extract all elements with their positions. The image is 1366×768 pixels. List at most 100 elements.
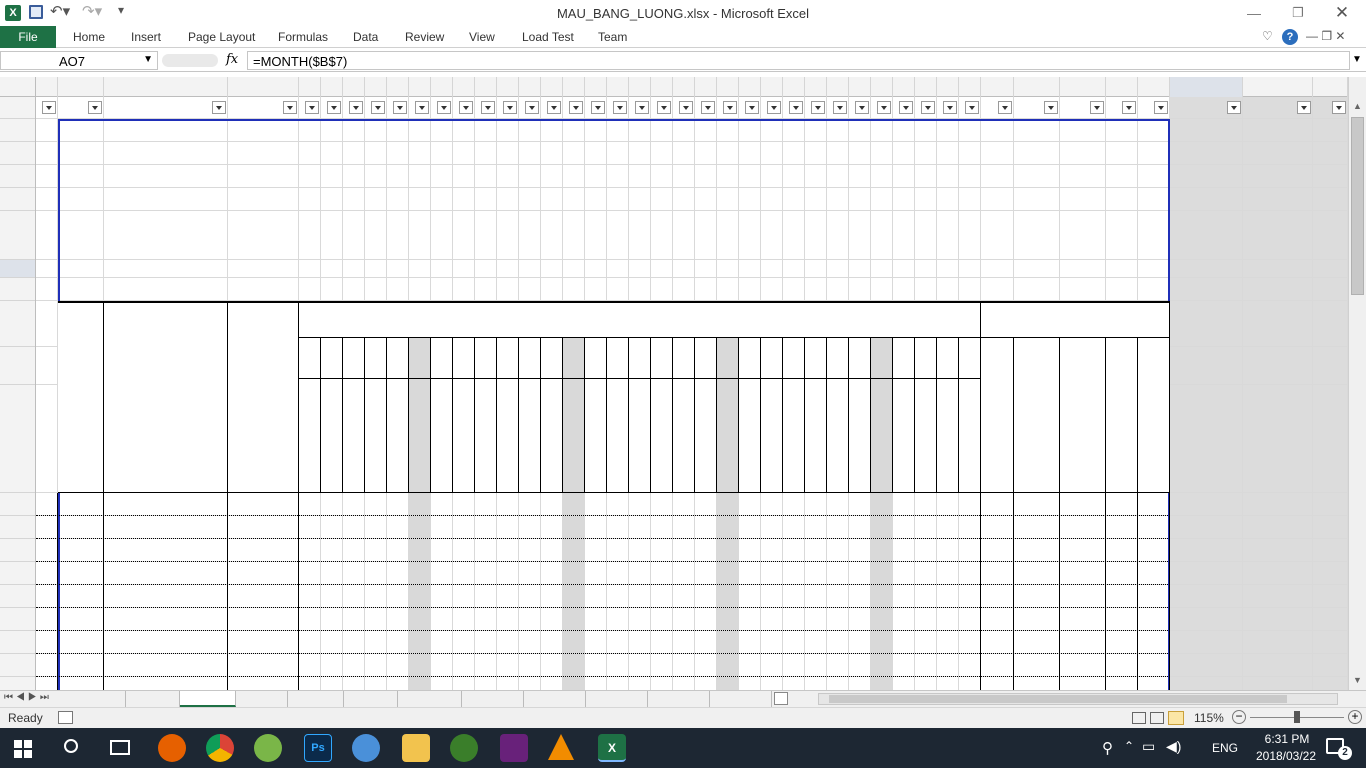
row-header[interactable] xyxy=(0,562,35,585)
filter-dropdown-button[interactable] xyxy=(833,101,847,114)
column-header[interactable] xyxy=(937,77,959,97)
row-header[interactable] xyxy=(0,347,35,385)
filter-dropdown-button[interactable] xyxy=(349,101,363,114)
filter-dropdown-button[interactable] xyxy=(393,101,407,114)
help-icon[interactable]: ? xyxy=(1282,29,1298,45)
sheet-tab[interactable] xyxy=(126,691,180,707)
filter-dropdown-button[interactable] xyxy=(415,101,429,114)
chrome-icon[interactable] xyxy=(206,734,234,762)
people-icon[interactable]: ⚲ xyxy=(1102,739,1113,757)
column-header[interactable] xyxy=(739,77,761,97)
column-header[interactable] xyxy=(849,77,871,97)
task-view-icon[interactable] xyxy=(110,740,130,755)
name-box-dropdown-icon[interactable]: ▼ xyxy=(143,54,153,65)
minimize-button[interactable]: — xyxy=(1240,0,1268,26)
firefox-icon[interactable] xyxy=(158,734,186,762)
filter-dropdown-button[interactable] xyxy=(591,101,605,114)
column-header[interactable] xyxy=(1060,77,1106,97)
column-header[interactable] xyxy=(475,77,497,97)
tab-view[interactable]: View xyxy=(469,30,495,44)
column-header[interactable] xyxy=(343,77,365,97)
filter-dropdown-button[interactable] xyxy=(1332,101,1346,114)
tab-home[interactable]: Home xyxy=(73,30,105,44)
excel-taskbar-icon[interactable]: X xyxy=(598,734,626,762)
row-header[interactable] xyxy=(0,493,35,516)
clock-time[interactable]: 6:31 PM xyxy=(1258,732,1316,746)
column-header[interactable] xyxy=(1313,77,1348,97)
column-header[interactable] xyxy=(1138,77,1170,97)
column-header[interactable] xyxy=(761,77,783,97)
sheet-tab[interactable] xyxy=(344,691,398,707)
filter-dropdown-button[interactable] xyxy=(723,101,737,114)
filter-dropdown-button[interactable] xyxy=(1227,101,1241,114)
photoshop-icon[interactable]: Ps xyxy=(304,734,332,762)
formula-input[interactable]: =MONTH($B$7) xyxy=(247,51,1350,70)
normal-view-icon[interactable] xyxy=(1132,712,1146,724)
table-row[interactable] xyxy=(36,654,1170,677)
filter-dropdown-button[interactable] xyxy=(811,101,825,114)
column-header[interactable] xyxy=(717,77,739,97)
row-header[interactable] xyxy=(0,142,35,165)
table-row[interactable] xyxy=(36,562,1170,585)
filter-dropdown-button[interactable] xyxy=(943,101,957,114)
tab-page-layout[interactable]: Page Layout xyxy=(188,30,255,44)
page-break-view-icon[interactable] xyxy=(1168,711,1184,725)
filter-dropdown-button[interactable] xyxy=(635,101,649,114)
filter-dropdown-button[interactable] xyxy=(42,101,56,114)
column-header[interactable] xyxy=(321,77,343,97)
filter-dropdown-button[interactable] xyxy=(745,101,759,114)
zoom-slider-thumb[interactable] xyxy=(1294,711,1300,723)
sheet-tab[interactable] xyxy=(70,691,126,707)
column-header[interactable] xyxy=(104,77,228,97)
row-header[interactable] xyxy=(0,608,35,631)
row-header[interactable] xyxy=(0,654,35,677)
column-header[interactable] xyxy=(585,77,607,97)
filter-dropdown-button[interactable] xyxy=(371,101,385,114)
filter-dropdown-button[interactable] xyxy=(899,101,913,114)
filter-dropdown-button[interactable] xyxy=(525,101,539,114)
filter-dropdown-button[interactable] xyxy=(459,101,473,114)
table-row[interactable] xyxy=(36,677,1170,690)
column-header[interactable] xyxy=(695,77,717,97)
row-header[interactable] xyxy=(0,119,35,142)
vlc-icon[interactable] xyxy=(548,734,574,760)
sheet-tab[interactable] xyxy=(398,691,462,707)
column-header[interactable] xyxy=(409,77,431,97)
column-header[interactable] xyxy=(1243,77,1313,97)
filter-dropdown-button[interactable] xyxy=(437,101,451,114)
scroll-thumb[interactable] xyxy=(1351,117,1364,295)
filter-dropdown-button[interactable] xyxy=(921,101,935,114)
sheet-tab[interactable] xyxy=(710,691,772,707)
filter-dropdown-button[interactable] xyxy=(503,101,517,114)
column-header[interactable] xyxy=(228,77,299,97)
filter-dropdown-button[interactable] xyxy=(1154,101,1168,114)
filter-dropdown-button[interactable] xyxy=(547,101,561,114)
column-header[interactable] xyxy=(1014,77,1060,97)
column-header[interactable] xyxy=(387,77,409,97)
tab-formulas[interactable]: Formulas xyxy=(278,30,328,44)
column-header[interactable] xyxy=(563,77,585,97)
workbook-window-icons[interactable]: — ❐ ✕ xyxy=(1306,29,1345,43)
zoom-in-button[interactable]: + xyxy=(1348,710,1362,724)
column-header[interactable] xyxy=(893,77,915,97)
row-header[interactable] xyxy=(0,631,35,654)
row-header[interactable] xyxy=(0,165,35,188)
table-row[interactable] xyxy=(36,585,1170,608)
search-icon[interactable] xyxy=(64,739,78,753)
column-header[interactable] xyxy=(1106,77,1138,97)
settings-app-icon[interactable] xyxy=(352,734,380,762)
network-app-icon[interactable] xyxy=(450,734,478,762)
column-header[interactable] xyxy=(673,77,695,97)
row-header[interactable] xyxy=(0,301,35,347)
sheet-tab[interactable] xyxy=(288,691,344,707)
row-header[interactable] xyxy=(0,385,35,493)
row-header[interactable] xyxy=(0,188,35,211)
filter-dropdown-button[interactable] xyxy=(998,101,1012,114)
name-box[interactable]: AO7 ▼ xyxy=(0,51,158,70)
filter-dropdown-button[interactable] xyxy=(701,101,715,114)
close-button[interactable]: ✕ xyxy=(1328,0,1356,26)
language-indicator[interactable]: ENG xyxy=(1212,741,1238,755)
filter-dropdown-button[interactable] xyxy=(88,101,102,114)
row-header[interactable] xyxy=(0,677,35,690)
row-header[interactable] xyxy=(0,539,35,562)
